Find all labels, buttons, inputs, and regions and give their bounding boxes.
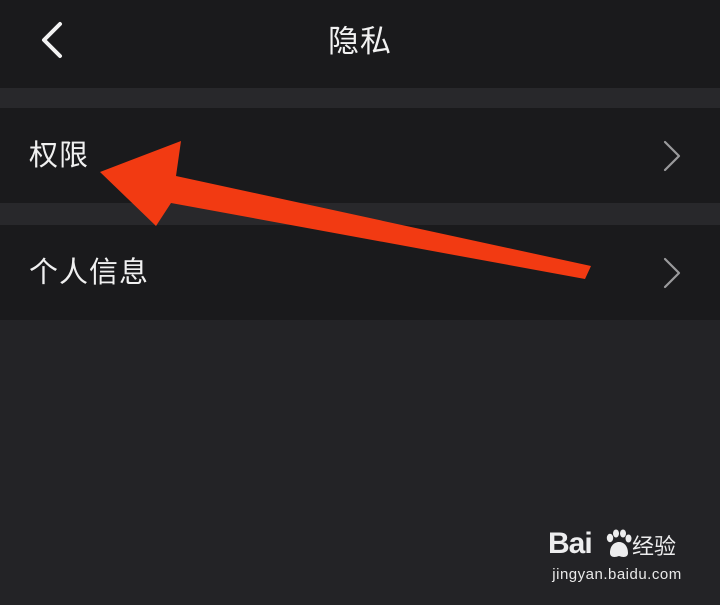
baidu-jingyan-watermark: Bai 经验 jingyan.baidu.com [548,525,686,587]
chevron-left-icon [42,22,62,58]
watermark-brand-left: Bai [548,527,593,560]
top-nav-bar: 隐私 [0,0,720,88]
chevron-right-icon [660,138,684,174]
chevron-right-icon [660,255,684,291]
watermark-logo: Bai 经验 [548,525,686,563]
menu-item-personal-info[interactable]: 个人信息 [0,225,720,320]
section-separator [0,88,720,108]
watermark-url: jingyan.baidu.com [552,566,682,583]
menu-item-label: 权限 [29,138,90,172]
watermark-brand-right: 经验 [632,535,677,560]
section-separator [0,203,720,225]
page-title: 隐私 [328,24,392,60]
menu-item-permissions[interactable]: 权限 [0,108,720,203]
menu-item-label: 个人信息 [29,255,150,289]
back-button[interactable] [30,16,78,68]
paw-icon [606,529,632,557]
